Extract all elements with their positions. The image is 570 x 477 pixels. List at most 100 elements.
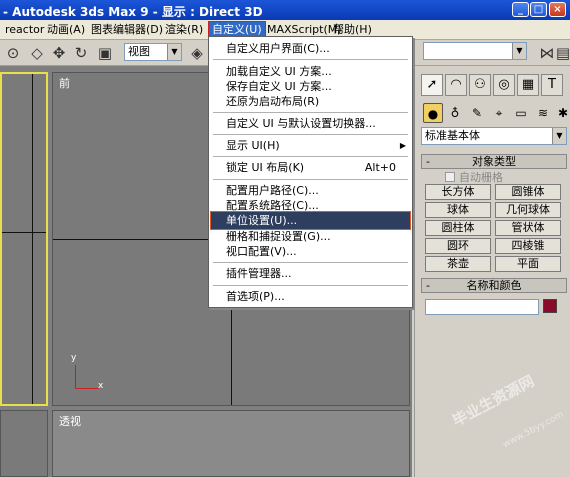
- menu-separator: [213, 262, 408, 263]
- align-icon[interactable]: ▤: [552, 43, 570, 63]
- rotate-icon[interactable]: ↻: [70, 43, 92, 63]
- y-axis-line: [75, 365, 76, 389]
- torus-button[interactable]: 圆环: [425, 238, 491, 254]
- cone-button[interactable]: 圆锥体: [495, 184, 561, 200]
- object-name-input[interactable]: [425, 299, 539, 315]
- menu-item-units-setup[interactable]: 单位设置(U)...: [210, 211, 411, 230]
- viewport-perspective[interactable]: 透视: [52, 410, 410, 477]
- chevron-down-icon: ▼: [552, 128, 566, 144]
- tube-button[interactable]: 管状体: [495, 220, 561, 236]
- primitive-type-combo[interactable]: 标准基本体 ▼: [421, 127, 567, 145]
- menu-rendering[interactable]: 渲染(R): [162, 22, 206, 38]
- axis-tripod: y x: [71, 353, 111, 395]
- menu-item-preferences[interactable]: 首选项(P)...: [211, 288, 410, 305]
- object-color-swatch[interactable]: [543, 299, 557, 313]
- viewport-bottom-left[interactable]: [0, 410, 48, 477]
- spacewarps-icon[interactable]: ≋: [533, 103, 553, 123]
- shortcut-label: Alt+0: [364, 161, 396, 174]
- menu-item-revert-startup-layout[interactable]: 还原为启动布局(R): [211, 93, 410, 110]
- helpers-icon[interactable]: ▭: [511, 103, 531, 123]
- cameras-icon[interactable]: ⌖: [489, 103, 509, 123]
- utilities-tab-icon[interactable]: T: [541, 74, 563, 96]
- lights-icon[interactable]: ✎: [467, 103, 487, 123]
- display-tab-icon[interactable]: ▦: [517, 74, 539, 96]
- modify-tab-icon[interactable]: ◠: [445, 74, 467, 96]
- menu-item-lock-ui-layout[interactable]: 锁定 UI 布局(K) Alt+0: [211, 159, 410, 176]
- chevron-down-icon: ▼: [512, 43, 526, 59]
- menu-item-label: 配置用户路径(C)...: [226, 184, 319, 197]
- command-panel: ➚ ◠ ⚇ ◎ ▦ T ● ♁ ✎ ⌖ ▭ ≋ ✱ 标准基本体 ▼ - 对象类型…: [414, 66, 570, 477]
- menu-item-label: 显示 UI(H): [226, 139, 280, 152]
- menu-item-label: 栅格和捕捉设置(G)...: [226, 230, 331, 243]
- select-region-icon[interactable]: ⊙: [2, 43, 24, 63]
- menu-item-label: 首选项(P)...: [226, 290, 285, 303]
- menu-item-label: 锁定 UI 布局(K): [226, 161, 305, 174]
- cylinder-button[interactable]: 圆柱体: [425, 220, 491, 236]
- collapse-icon: -: [426, 155, 430, 168]
- menu-item-label: 还原为启动布局(R): [226, 95, 320, 108]
- viewport-left[interactable]: [0, 72, 48, 406]
- customize-dropdown-menu: 自定义用户界面(C)... 加载自定义 UI 方案... 保存自定义 UI 方案…: [208, 36, 413, 308]
- menu-separator: [213, 285, 408, 286]
- y-axis-label: y: [71, 353, 77, 363]
- reference-coordinate-value: 视图: [128, 45, 150, 58]
- primitive-type-value: 标准基本体: [425, 129, 480, 142]
- menu-animation[interactable]: 动画(A): [44, 22, 88, 38]
- geosphere-button[interactable]: 几何球体: [495, 202, 561, 218]
- systems-icon[interactable]: ✱: [553, 103, 570, 123]
- move-icon[interactable]: ✥: [48, 43, 70, 63]
- menu-item-label: 保存自定义 UI 方案...: [226, 80, 332, 93]
- autogrid-checkbox[interactable]: 自动栅格: [445, 169, 503, 185]
- plane-button[interactable]: 平面: [495, 256, 561, 272]
- grid-line: [2, 232, 46, 233]
- named-selection-combo[interactable]: ▼: [423, 42, 527, 60]
- menu-item-plugin-manager[interactable]: 插件管理器...: [211, 265, 410, 282]
- pyramid-button[interactable]: 四棱锥: [495, 238, 561, 254]
- shapes-icon[interactable]: ♁: [445, 103, 465, 123]
- menu-item-label: 自定义 UI 与默认设置切换器...: [226, 117, 376, 130]
- menu-item-label: 单位设置(U)...: [226, 214, 298, 227]
- title-bar: - Autodesk 3ds Max 9 - 显示 : Direct 3D _ …: [0, 0, 570, 20]
- maximize-button[interactable]: □: [530, 2, 547, 17]
- box-button[interactable]: 长方体: [425, 184, 491, 200]
- menu-graph-editors[interactable]: 图表编辑器(D): [88, 22, 166, 38]
- menu-reactor[interactable]: reactor: [2, 22, 47, 38]
- scale-icon[interactable]: ▣: [94, 43, 116, 63]
- x-axis-line: [75, 388, 99, 389]
- object-type-rollout-header[interactable]: - 对象类型: [421, 154, 567, 169]
- menu-item-show-ui[interactable]: 显示 UI(H) ▶: [211, 137, 410, 154]
- chevron-down-icon: ▼: [167, 44, 181, 60]
- rollout-title: 名称和颜色: [466, 279, 522, 292]
- grid-line: [32, 74, 33, 404]
- menu-item-viewport-configuration[interactable]: 视口配置(V)...: [211, 243, 410, 260]
- hierarchy-tab-icon[interactable]: ⚇: [469, 74, 491, 96]
- minimize-button[interactable]: _: [512, 2, 529, 17]
- sphere-button[interactable]: 球体: [425, 202, 491, 218]
- menu-separator: [213, 179, 408, 180]
- menu-separator: [213, 112, 408, 113]
- name-color-rollout-header[interactable]: - 名称和颜色: [421, 278, 567, 293]
- x-axis-label: x: [98, 381, 104, 391]
- panel-tabs: ➚ ◠ ⚇ ◎ ▦ T: [419, 74, 569, 98]
- menu-separator: [213, 59, 408, 60]
- menu-item-label: 加载自定义 UI 方案...: [226, 65, 332, 78]
- menu-item-label: 视口配置(V)...: [226, 245, 297, 258]
- checkbox-box: [445, 172, 455, 182]
- create-subtabs: ● ♁ ✎ ⌖ ▭ ≋ ✱: [419, 102, 569, 124]
- menu-item-ui-defaults-switcher[interactable]: 自定义 UI 与默认设置切换器...: [211, 115, 410, 132]
- window-title: - Autodesk 3ds Max 9 - 显示 : Direct 3D: [3, 5, 263, 19]
- menu-separator: [213, 134, 408, 135]
- select-object-icon[interactable]: ◇: [26, 43, 48, 63]
- submenu-arrow-icon: ▶: [399, 141, 406, 150]
- menu-item-label: 自定义用户界面(C)...: [226, 42, 330, 55]
- motion-tab-icon[interactable]: ◎: [493, 74, 515, 96]
- geometry-icon[interactable]: ●: [423, 103, 443, 123]
- close-button[interactable]: ×: [549, 2, 566, 17]
- menu-item-customize-ui[interactable]: 自定义用户界面(C)...: [211, 40, 410, 57]
- pivot-icon[interactable]: ◈: [186, 43, 208, 63]
- autogrid-label: 自动栅格: [459, 171, 503, 184]
- teapot-button[interactable]: 茶壶: [425, 256, 491, 272]
- create-tab-icon[interactable]: ➚: [421, 74, 443, 96]
- reference-coordinate-combo[interactable]: 视图 ▼: [124, 43, 182, 61]
- menu-item-label: 配置系统路径(C)...: [226, 199, 319, 212]
